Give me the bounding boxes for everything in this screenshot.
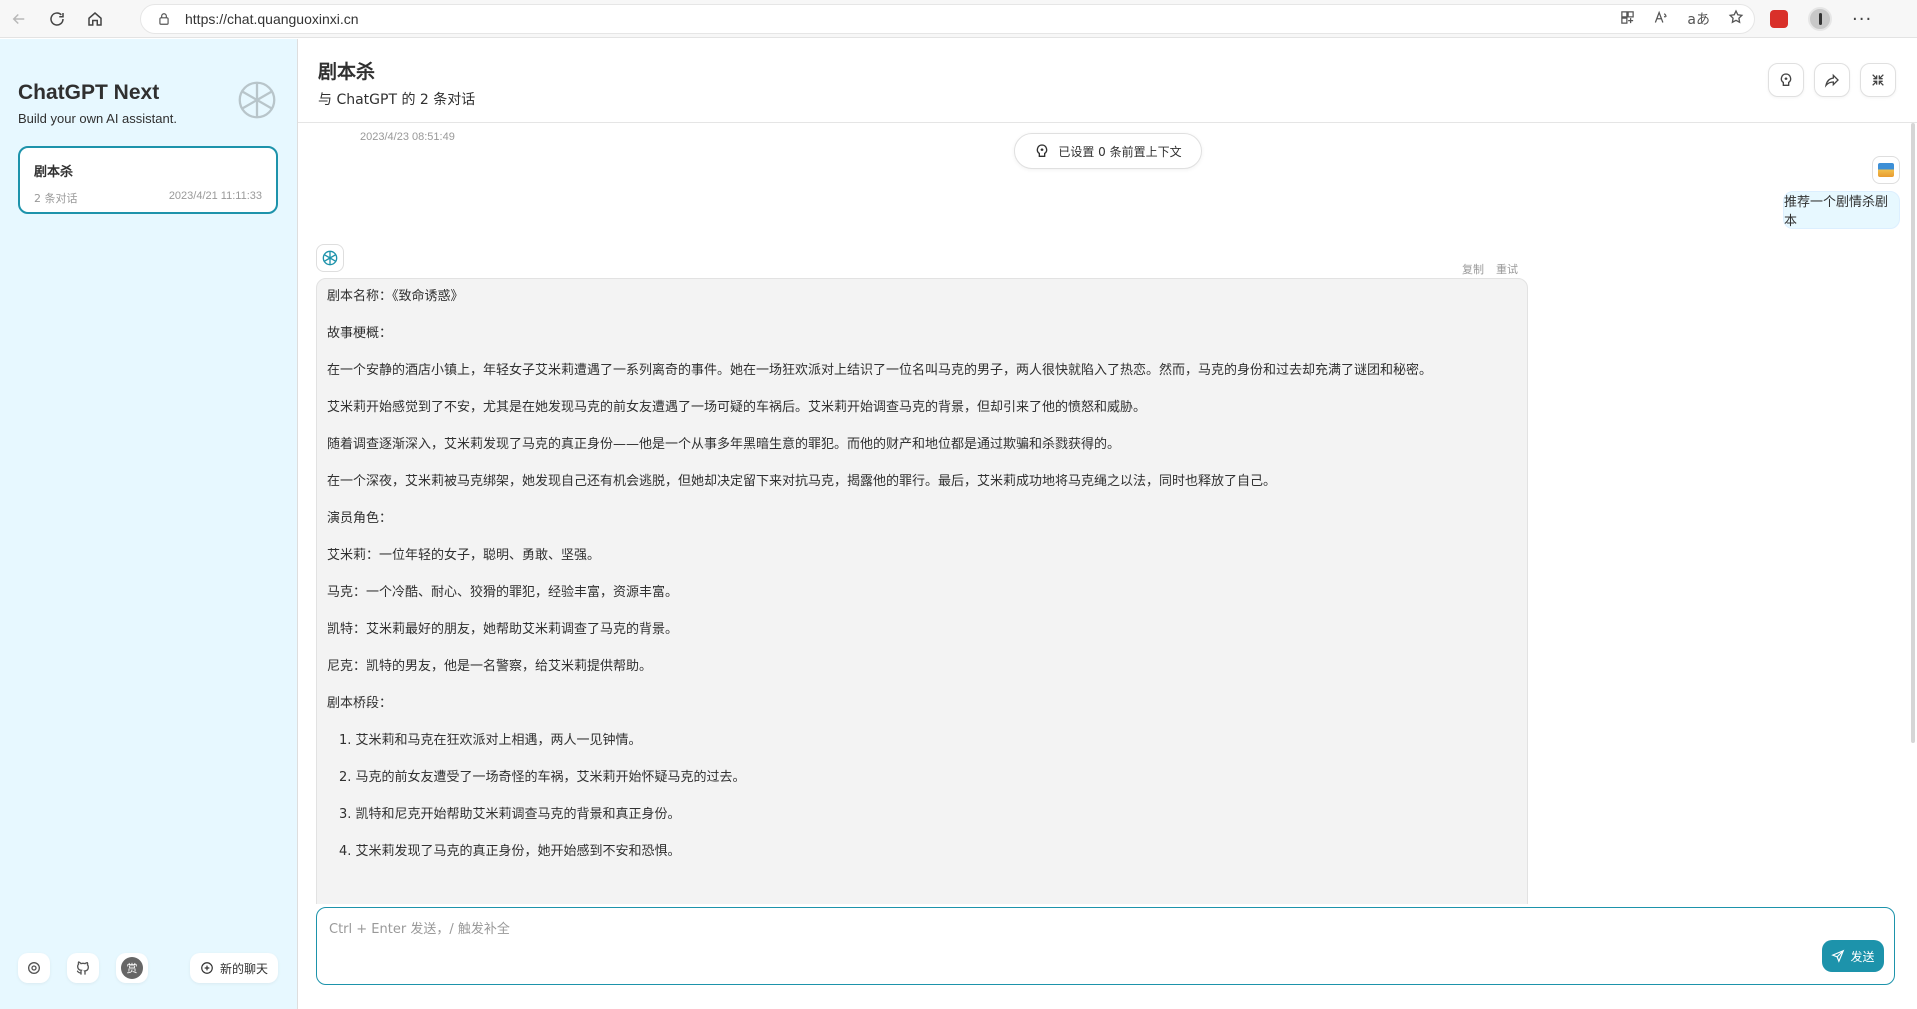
message-paragraph: 剧本名称：《致命诱惑》 [327,289,464,304]
back-button[interactable] [0,0,38,38]
user-avatar [1872,156,1900,184]
send-icon [1831,949,1845,963]
chat-main: 剧本杀 与 ChatGPT 的 2 条对话 2023/4/23 08:51:49… [298,39,1917,1009]
list-item: 4. 艾米莉发现了马克的真正身份，她开始感到不安和恐惧。 [339,844,681,859]
translate-icon[interactable]: aあ [1687,9,1710,29]
github-icon [76,961,90,975]
message-actions: 复制 重试 [1462,261,1518,277]
read-aloud-icon[interactable] [1653,10,1669,29]
openai-logo-icon [322,250,338,266]
refresh-icon [50,11,64,26]
list-item: 1. 艾米莉和马克在狂欢派对上相遇，两人一见钟情。 [339,733,642,748]
address-bar-actions: aあ [1620,5,1744,33]
brain-icon [1037,144,1048,157]
arrow-left-icon [12,13,25,24]
message-paragraph: 故事梗概： [327,326,393,341]
fullscreen-button[interactable] [1860,63,1896,97]
message-paragraph: 凯特：艾米莉最好的朋友，她帮助艾米莉调查了马克的背景。 [327,622,679,637]
collapse-icon [1872,74,1884,86]
message-list[interactable]: 2023/4/23 08:51:49 已设置 0 条前置上下文 推荐一个剧情杀剧… [298,124,1917,904]
openai-logo-icon [238,81,276,119]
message-paragraph: 剧本桥段： [327,696,393,711]
chat-title[interactable]: 剧本杀 [318,57,375,84]
lock-icon [149,12,179,26]
message-paragraph: 马克：一个冷酷、耐心、狡猾的罪犯，经验丰富，资源丰富。 [327,585,679,600]
retry-button[interactable]: 重试 [1496,261,1518,277]
address-bar[interactable]: https://chat.quanguoxinxi.cn aあ [140,4,1755,34]
message-paragraph: 艾米莉开始感觉到了不安，尤其是在她发现马克的前女友遭遇了一场可疑的车祸后。艾米莉… [327,400,1147,415]
message-paragraph: 尼克：凯特的男友，他是一名警察，给艾米莉提供帮助。 [327,659,653,674]
url-text[interactable]: https://chat.quanguoxinxi.cn [185,11,359,27]
context-prompt-button[interactable]: 已设置 0 条前置上下文 [1014,133,1202,169]
more-icon[interactable]: ··· [1852,9,1872,30]
profile-avatar[interactable] [1808,7,1832,31]
message-paragraph: 在一个深夜，艾米莉被马克绑架，她发现自己还有机会逃脱，但她却决定留下来对抗马克，… [327,474,1277,489]
reward-button[interactable]: 赏 [116,953,148,983]
message-list-items: 1. 艾米莉和马克在狂欢派对上相遇，两人一见钟情。 2. 马克的前女友遭受了一场… [327,730,1517,878]
chat-input[interactable] [329,918,1709,974]
bot-avatar [316,244,344,272]
user-message: 推荐一个剧情杀剧本 [1783,191,1900,229]
github-button[interactable] [67,953,99,983]
message-paragraph: 在一个安静的酒店小镇上，年轻女子艾米莉遭遇了一系列离奇的事件。她在一场狂欢派对上… [327,363,1433,378]
browser-toolbar: https://chat.quanguoxinxi.cn aあ ··· [0,0,1917,38]
app-subtitle: Build your own AI assistant. [18,111,177,126]
settings-button[interactable] [18,953,50,983]
favorite-icon[interactable] [1728,9,1744,29]
new-chat-button[interactable]: 新的聊天 [190,953,278,983]
chat-item-date: 2023/4/21 11:11:33 [168,190,262,202]
plus-circle-icon [201,962,213,974]
prompt-button[interactable] [1768,63,1804,97]
app-container: ChatGPT Next Build your own AI assistant… [0,39,1917,1009]
message-paragraph: 演员角色： [327,511,393,526]
browser-tools: ··· [1770,0,1872,38]
copy-button[interactable]: 复制 [1462,261,1484,277]
chat-item-count: 2 条对话 [34,192,78,205]
message-paragraph: 艾米莉：一位年轻的女子，聪明、勇敢、坚强。 [327,548,601,563]
message-timestamp: 2023/4/23 08:51:49 [360,131,455,143]
share-button[interactable] [1814,63,1850,97]
send-label: 发送 [1850,949,1875,964]
home-button[interactable] [76,0,114,38]
share-icon [1824,73,1839,88]
sidebar-actions: 赏 新的聊天 [18,953,278,983]
new-chat-label: 新的聊天 [219,961,268,976]
app-available-icon[interactable] [1620,10,1635,29]
chat-subtitle: 与 ChatGPT 的 2 条对话 [318,92,476,108]
chat-header: 剧本杀 与 ChatGPT 的 2 条对话 [298,39,1917,123]
chat-input-panel: 发送 [316,907,1895,985]
home-icon [88,11,102,26]
chat-list-item[interactable]: 剧本杀 2 条对话 2023/4/21 11:11:33 [18,146,278,214]
message-paragraph: 随着调查逐渐深入，艾米莉发现了马克的真正身份——他是一个从事多年黑暗生意的罪犯。… [327,437,1121,452]
bot-message: 剧本名称：《致命诱惑》 故事梗概： 在一个安静的酒店小镇上，年轻女子艾米莉遭遇了… [316,278,1528,904]
gear-icon [28,962,40,974]
reward-icon: 赏 [121,957,143,979]
chat-item-title: 剧本杀 [34,165,74,180]
reload-button[interactable] [38,0,76,38]
context-label: 已设置 0 条前置上下文 [1058,144,1182,159]
app-title: ChatGPT Next [18,81,160,104]
extension-icon[interactable] [1770,10,1788,28]
landscape-icon [1878,163,1894,177]
page-scrollbar[interactable] [1911,123,1915,743]
send-button[interactable]: 发送 [1822,940,1884,972]
sidebar: ChatGPT Next Build your own AI assistant… [0,39,298,1009]
brain-icon [1780,73,1792,86]
list-item: 3. 凯特和尼克开始帮助艾米莉调查马克的背景和真正身份。 [339,807,681,822]
list-item: 2. 马克的前女友遭受了一场奇怪的车祸，艾米莉开始怀疑马克的过去。 [339,770,746,785]
